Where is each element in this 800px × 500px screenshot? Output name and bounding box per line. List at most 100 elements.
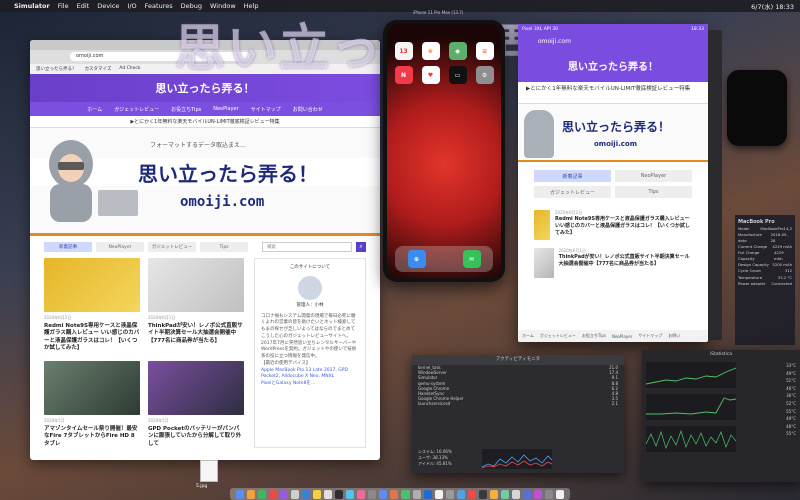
menu-edit[interactable]: Edit [77, 2, 90, 10]
footer-link[interactable]: ホーム [522, 333, 534, 339]
wallet-app-icon[interactable]: ▭ [448, 66, 467, 84]
maps-app-icon[interactable]: ◆ [448, 42, 467, 60]
search-icon[interactable]: ⌕ [356, 242, 366, 252]
android-site-header[interactable]: 思い立ったら弄る！ [518, 48, 708, 82]
tab-new-articles[interactable]: 新着記事 [534, 170, 611, 182]
article-card[interactable]: 2020年5月 アマゾンタイムセール祭り開催！最安なFire 7タブレットからF… [44, 360, 140, 448]
android-address-bar[interactable]: omoiji.com [518, 34, 708, 48]
tab-tips[interactable]: Tips [615, 186, 692, 198]
promo-banner[interactable]: ▶とにかく1年無料な楽天モバイルUN-LIMIT徹底検証レビュー特集 [30, 116, 380, 128]
dock-app-icon[interactable] [456, 489, 465, 499]
bookmark-item[interactable]: カスタマイズ [85, 66, 112, 72]
footer-link[interactable]: お役立ちTips [582, 333, 606, 339]
health-app-icon[interactable]: ♥ [421, 66, 440, 84]
article-title[interactable]: GPD Pocketのバッテリーがパンパンに膨張していたから分解して取り外して [148, 426, 244, 448]
dock-app-icon[interactable] [434, 489, 443, 499]
photos-app-icon[interactable]: ❀ [421, 42, 440, 60]
menu-device[interactable]: Device [97, 2, 119, 10]
dock-app-icon[interactable] [401, 489, 410, 499]
list-item[interactable]: 2020年6月2日 Redmi Note9S専用ケースと液晶保護ガラス購入レビュ… [518, 206, 708, 244]
dock-app-icon[interactable] [423, 489, 432, 499]
footer-link[interactable]: NeoPlayer [612, 334, 632, 339]
article-thumbnail[interactable] [534, 248, 554, 278]
dock-app-icon[interactable] [500, 489, 509, 499]
nav-tips[interactable]: お役立ちTips [171, 106, 201, 113]
dock-app-icon[interactable] [522, 489, 531, 499]
dock-app-icon[interactable] [555, 489, 564, 499]
tab-neoplayer[interactable]: NeoPlayer [96, 242, 144, 252]
nav-home[interactable]: ホーム [87, 106, 102, 113]
article-title[interactable]: Redmi Note9S専用ケースと液晶保護ガラス購入レビュー いい感じのカバー… [555, 216, 692, 236]
article-title[interactable]: アマゾンタイムセール祭り開催！最安なFire 7タブレットからFire HD 8… [44, 426, 140, 448]
desktop-file-label[interactable]: 5.jpg [196, 484, 207, 489]
dock-app-icon[interactable] [379, 489, 388, 499]
dock-app-icon[interactable] [335, 489, 344, 499]
article-title[interactable]: ThinkPadが安い！レノボ公式直販サイト半期決算セール大抽選会開催中【777… [559, 254, 692, 268]
article-card[interactable]: 2020年6月1日 ThinkPadが安い！レノボ公式直販サイト半期決算セール大… [148, 258, 244, 353]
article-title[interactable]: Redmi Note9S専用ケースと液晶保護ガラス購入レビュー いい感じのカバー… [44, 323, 140, 353]
bookmark-item[interactable]: 思い立ったら弄る！ [36, 66, 77, 72]
tab-new-articles[interactable]: 新着記事 [44, 242, 92, 252]
dock-app-icon[interactable] [511, 489, 520, 499]
dock-app-icon[interactable] [313, 489, 322, 499]
dock-app-icon[interactable] [324, 489, 333, 499]
article-card[interactable]: 2020年6月2日 Redmi Note9S専用ケースと液晶保護ガラス購入レビュ… [44, 258, 140, 353]
menu-clock[interactable]: 6/7(水) 18:33 [751, 1, 794, 11]
safari-app-icon[interactable]: ⊕ [407, 250, 426, 268]
nav-neoplayer[interactable]: NeoPlayer [213, 106, 238, 112]
article-card[interactable]: 2020年5月 GPD Pocketのバッテリーがパンパンに膨張していたから分解… [148, 360, 244, 448]
dock-app-icon[interactable] [478, 489, 487, 499]
dock-app-icon[interactable] [291, 489, 300, 499]
tab-gadget-review[interactable]: ガジェットレビュー [148, 242, 196, 252]
footer-link[interactable]: ガジェットレビュー [540, 333, 576, 339]
settings-app-icon[interactable]: ⚙ [475, 66, 494, 84]
sidebar-device-link[interactable]: Apple MacBook Pro 13 Late 2017, GPD Pock… [261, 368, 359, 382]
dock-app-icon[interactable] [302, 489, 311, 499]
nav-contact[interactable]: お問い合わせ [293, 106, 323, 113]
dock-app-icon[interactable] [467, 489, 476, 499]
article-thumbnail[interactable] [44, 360, 140, 415]
footer-link[interactable]: お問い [668, 333, 680, 339]
article-thumbnail[interactable] [44, 258, 140, 312]
dock-app-icon[interactable] [533, 489, 542, 499]
article-title[interactable]: ThinkPadが安い！レノボ公式直販サイト半期決算セール大抽選会開催中【777… [148, 323, 244, 345]
tab-tips[interactable]: Tips [200, 242, 248, 252]
table-row[interactable]: launchservicesd 2.1 [412, 401, 624, 406]
footer-link[interactable]: サイトマップ [638, 333, 662, 339]
article-thumbnail[interactable] [148, 258, 244, 312]
search-input[interactable]: 検索 [262, 242, 352, 252]
dock-app-icon[interactable] [544, 489, 553, 499]
reminders-app-icon[interactable]: ≡ [475, 42, 494, 60]
menu-file[interactable]: File [58, 2, 69, 10]
news-app-icon[interactable]: N [394, 66, 413, 84]
emulator-toolbar[interactable] [708, 30, 722, 340]
tab-gadget-review[interactable]: ガジェットレビュー [534, 186, 611, 198]
nav-sitemap[interactable]: サイトマップ [251, 106, 281, 113]
dock-app-icon[interactable] [390, 489, 399, 499]
menu-features[interactable]: Features [145, 2, 173, 10]
dock-app-icon[interactable] [280, 489, 289, 499]
menu-io[interactable]: I/O [127, 2, 136, 10]
dock-app-icon[interactable] [247, 489, 256, 499]
dock-app-icon[interactable] [269, 489, 278, 499]
android-promo-banner[interactable]: ▶とにかく1年無料な楽天モバイルUN-LIMIT徹底検証レビュー特集 [518, 82, 708, 104]
list-item[interactable]: 2020年6月1日 ThinkPadが安い！レノボ公式直販サイト半期決算セール大… [518, 244, 708, 282]
dock-app-icon[interactable] [236, 489, 245, 499]
nav-gadget-review[interactable]: ガジェットレビュー [114, 106, 159, 113]
dock-app-icon[interactable] [346, 489, 355, 499]
sidebar-device-link[interactable]: PixelとGalaxy Note8を... [261, 381, 359, 388]
dock-app-icon[interactable] [258, 489, 267, 499]
bookmark-item[interactable]: Ad Check [119, 66, 140, 72]
article-thumbnail[interactable] [148, 360, 244, 415]
article-thumbnail[interactable] [534, 210, 550, 240]
calendar-app-icon[interactable]: 13 [394, 42, 413, 60]
dock-app-icon[interactable] [445, 489, 454, 499]
tab-neoplayer[interactable]: NeoPlayer [615, 170, 692, 182]
messages-app-icon[interactable]: ✉ [462, 250, 481, 268]
dock-app-icon[interactable] [489, 489, 498, 499]
desktop-file-icon[interactable] [200, 460, 218, 482]
dock-app-icon[interactable] [357, 489, 366, 499]
dock-app-icon[interactable] [368, 489, 377, 499]
dock-app-icon[interactable] [412, 489, 421, 499]
menu-app-name[interactable]: Simulator [14, 2, 50, 10]
